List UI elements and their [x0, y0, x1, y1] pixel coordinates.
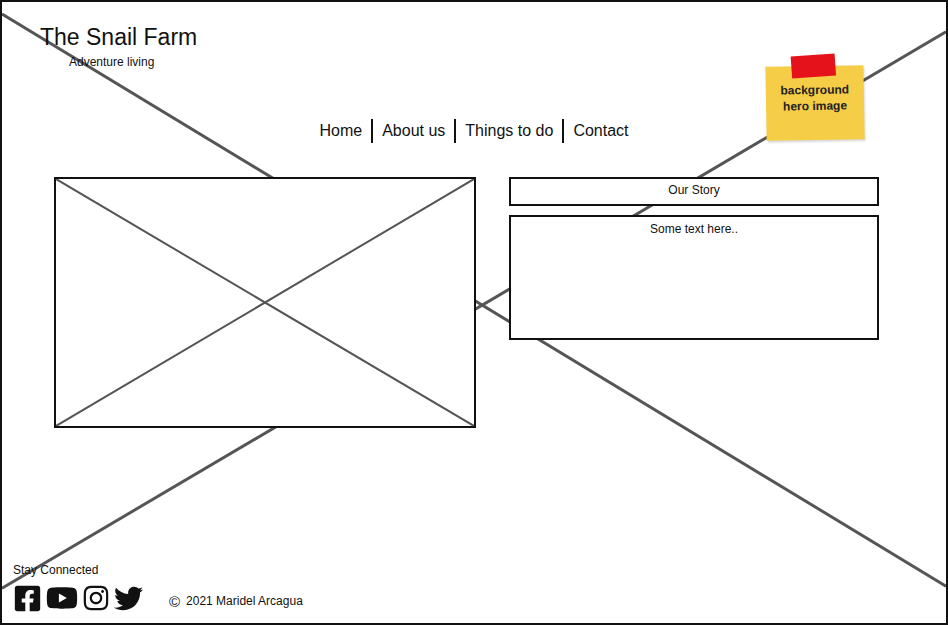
nav-item[interactable]: Home [310, 119, 371, 143]
copyright: © 2021 Maridel Arcagua [169, 594, 303, 609]
tape [791, 54, 836, 79]
nav-item[interactable]: Things to do [454, 119, 562, 143]
nav-item[interactable]: Contact [562, 119, 637, 143]
copyright-symbol: © [169, 594, 180, 609]
stay-connected: Stay Connected [13, 563, 946, 578]
story-text: Some text here.. [509, 215, 879, 340]
sticky-note: backgroundhero image [765, 65, 864, 141]
page: The Snail FarmAdventure livingHomeAbout … [0, 0, 948, 625]
instagram-icon[interactable] [82, 584, 110, 612]
youtube-icon[interactable] [46, 582, 78, 614]
footer: Stay Connected © 2021 Maridel Arcagua [2, 563, 946, 623]
main-content: Our Story Some text here.. [2, 177, 946, 428]
social-link[interactable] [82, 584, 110, 612]
copyright-text: 2021 Maridel Arcagua [186, 594, 303, 609]
sticky-note-line: hero image [783, 97, 847, 114]
image-placeholder [54, 177, 476, 428]
site-title[interactable]: The Snail Farm [40, 23, 946, 51]
social-links [13, 582, 143, 614]
footer-row: © 2021 Maridel Arcagua [13, 582, 946, 614]
sticky-note-line: background [780, 81, 849, 98]
image-placeholder-icon [56, 179, 474, 426]
social-link[interactable] [13, 584, 42, 613]
facebook-icon[interactable] [13, 584, 42, 613]
story-column: Our Story Some text here.. [509, 177, 879, 428]
story-title: Our Story [509, 177, 879, 206]
social-link[interactable] [114, 584, 143, 613]
social-link[interactable] [46, 582, 78, 614]
twitter-icon[interactable] [114, 584, 143, 613]
nav-item[interactable]: About us [371, 119, 454, 143]
